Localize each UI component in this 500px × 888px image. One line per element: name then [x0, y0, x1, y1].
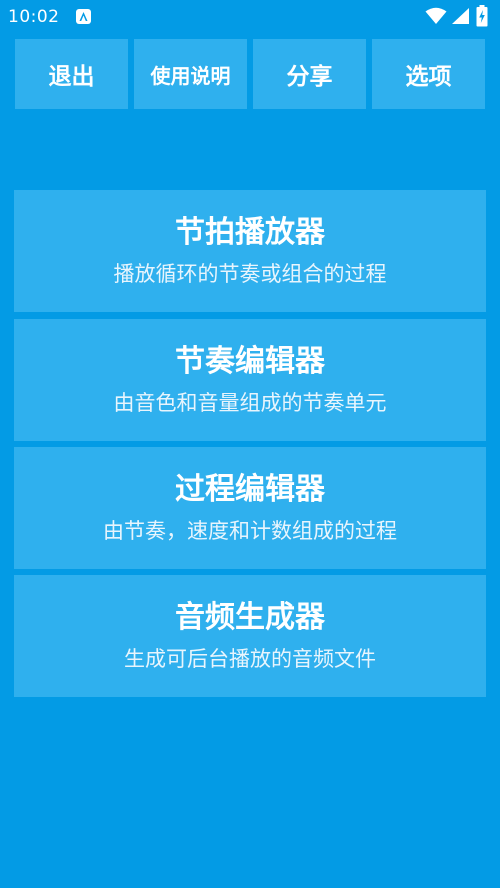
beat-player-card[interactable]: 节拍播放器 播放循环的节奏或组合的过程 — [14, 190, 486, 312]
card-title: 过程编辑器 — [175, 472, 325, 507]
card-title: 节奏编辑器 — [175, 344, 325, 379]
process-editor-card[interactable]: 过程编辑器 由节奏，速度和计数组成的过程 — [14, 447, 486, 569]
battery-icon — [476, 5, 488, 31]
status-time: 10:02 — [8, 7, 60, 27]
notification-a-icon — [76, 9, 91, 24]
card-title: 节拍播放器 — [175, 215, 325, 250]
audio-generator-card[interactable]: 音频生成器 生成可后台播放的音频文件 — [14, 575, 486, 697]
share-button[interactable]: 分享 — [253, 39, 366, 109]
wifi-icon — [425, 7, 447, 29]
card-description: 生成可后台播放的音频文件 — [124, 647, 376, 671]
status-bar: 10:02 — [0, 0, 500, 34]
exit-button[interactable]: 退出 — [15, 39, 128, 109]
card-description: 由节奏，速度和计数组成的过程 — [103, 519, 397, 543]
card-description: 由音色和音量组成的节奏单元 — [113, 391, 387, 415]
card-title: 音频生成器 — [175, 600, 325, 635]
cell-signal-icon — [450, 7, 470, 29]
card-description: 播放循环的节奏或组合的过程 — [113, 262, 387, 286]
options-button[interactable]: 选项 — [372, 39, 485, 109]
help-button[interactable]: 使用说明 — [134, 39, 247, 109]
rhythm-editor-card[interactable]: 节奏编辑器 由音色和音量组成的节奏单元 — [14, 319, 486, 441]
